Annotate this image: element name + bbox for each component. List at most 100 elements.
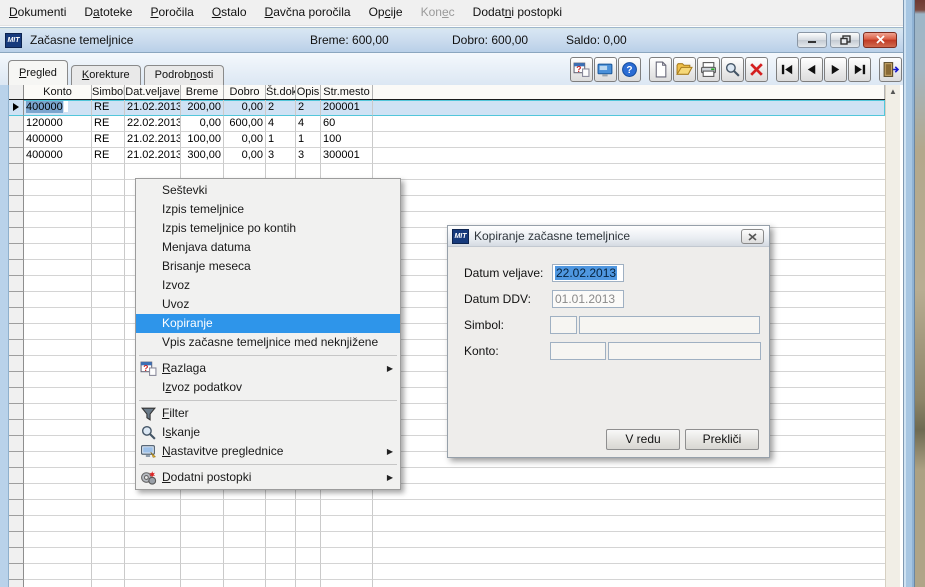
field-input-datum-veljave[interactable]: 22.02.2013 [552, 264, 624, 282]
context-menu-item-kopiranje[interactable]: Kopiranje [136, 314, 400, 333]
grid-empty-row[interactable] [9, 532, 885, 548]
context-menu-item-izvoz[interactable]: Izvoz [136, 276, 400, 295]
row-selector[interactable] [9, 228, 24, 244]
row-selector[interactable] [9, 564, 24, 580]
row-selector[interactable] [9, 292, 24, 308]
grid-column-header-st-dok[interactable]: Št.dok. [266, 85, 296, 99]
row-selector[interactable] [9, 196, 24, 212]
tab-korekture[interactable]: Korekture [70, 65, 141, 85]
close-button[interactable] [863, 32, 897, 48]
row-selector[interactable] [9, 132, 24, 148]
restore-button[interactable] [830, 32, 860, 48]
field-input-simbol-name[interactable] [579, 316, 760, 334]
menubar-item-davcna-porocila[interactable]: Davčna poročila [256, 0, 360, 25]
toolbar-button-previous-record[interactable] [800, 57, 823, 82]
tab-pregled[interactable]: Pregled [8, 60, 68, 85]
context-menu-item-uvoz[interactable]: Uvoz [136, 295, 400, 314]
field-input-simbol-code[interactable] [550, 316, 577, 334]
grid-column-header-breme[interactable]: Breme [181, 85, 224, 99]
menubar-item-porocila[interactable]: Poročila [141, 0, 202, 25]
menubar-item-datoteke[interactable]: Datoteke [75, 0, 141, 25]
toolbar-button-context-help[interactable]: ? [570, 57, 593, 82]
grid-empty-row[interactable] [9, 564, 885, 580]
grid-empty-row[interactable] [9, 500, 885, 516]
minimize-button[interactable] [797, 32, 827, 48]
grid-empty-row[interactable] [9, 580, 885, 587]
tab-podrobnosti[interactable]: Podrobnosti [143, 65, 225, 85]
row-selector[interactable] [9, 100, 24, 116]
row-selector[interactable] [9, 212, 24, 228]
context-menu-item-filter[interactable]: Filter [136, 404, 400, 423]
row-selector[interactable] [9, 148, 24, 164]
row-selector[interactable] [9, 452, 24, 468]
context-menu-item-menjava-datuma[interactable]: Menjava datuma [136, 238, 400, 257]
toolbar-button-next-record[interactable] [824, 57, 847, 82]
field-input-datum-ddv[interactable]: 01.01.2013 [552, 290, 624, 308]
context-menu-item-izpis-temeljnice-po-kontih[interactable]: Izpis temeljnice po kontih [136, 219, 400, 238]
row-selector[interactable] [9, 516, 24, 532]
toolbar-button-print[interactable] [697, 57, 720, 82]
row-selector[interactable] [9, 484, 24, 500]
context-menu-item-brisanje-meseca[interactable]: Brisanje meseca [136, 257, 400, 276]
row-selector[interactable] [9, 260, 24, 276]
row-selector[interactable] [9, 116, 24, 132]
grid-row[interactable]: 400000 RE 21.02.2013 300,00 0,00 3 3 300001 [9, 148, 885, 164]
field-input-konto-code[interactable] [550, 342, 606, 360]
toolbar-button-help[interactable]: ? [618, 57, 641, 82]
row-selector[interactable] [9, 340, 24, 356]
row-selector[interactable] [9, 436, 24, 452]
grid-row[interactable]: 120000 RE 22.02.2013 0,00 600,00 4 4 60 [9, 116, 885, 132]
grid-column-header-opis[interactable]: Opis [296, 85, 321, 99]
context-menu-item-nastavitve-preglednice[interactable]: Nastavitve preglednice ▶ [136, 442, 400, 461]
ok-button[interactable]: V redu [606, 429, 680, 450]
context-menu-item-dodatni-postopki[interactable]: Dodatni postopki ▶ [136, 468, 400, 487]
context-menu-item-vpis-zacasne-temeljnice-med-neknjizene[interactable]: Vpis začasne temeljnice med neknjižene [136, 333, 400, 352]
row-selector[interactable] [9, 164, 24, 180]
grid-row[interactable]: 400000 RE 21.02.2013 200,00 0,00 2 2 200001 [9, 100, 885, 116]
menubar-item-opcije[interactable]: Opcije [360, 0, 412, 25]
row-selector[interactable] [9, 548, 24, 564]
menubar-item-ostalo[interactable]: Ostalo [203, 0, 256, 25]
toolbar-button-first-record[interactable] [776, 57, 799, 82]
grid-column-header-dat-veljave[interactable]: Dat.veljave [125, 85, 181, 99]
row-selector[interactable] [9, 532, 24, 548]
context-menu-item-razlaga[interactable]: Razlaga? ▶ [136, 359, 400, 378]
context-menu-item-izvoz-podatkov[interactable]: Izvoz podatkov [136, 378, 400, 397]
grid-empty-row[interactable] [9, 516, 885, 532]
grid-column-header-dobro[interactable]: Dobro [224, 85, 266, 99]
cancel-button[interactable]: Prekliči [685, 429, 759, 450]
row-selector[interactable] [9, 356, 24, 372]
context-menu-item-sestevki[interactable]: Seštevki [136, 181, 400, 200]
field-input-konto-name[interactable] [608, 342, 761, 360]
toolbar-button-search[interactable] [721, 57, 744, 82]
toolbar-button-delete[interactable] [745, 57, 768, 82]
context-menu-item-iskanje[interactable]: Iskanje [136, 423, 400, 442]
toolbar-button-exit[interactable] [879, 57, 902, 82]
row-selector[interactable] [9, 500, 24, 516]
menubar-item-dokumenti[interactable]: Dokumenti [0, 0, 75, 25]
grid-column-header-konto[interactable]: Konto [24, 85, 92, 99]
row-selector[interactable] [9, 404, 24, 420]
row-selector[interactable] [9, 420, 24, 436]
grid-column-header-simbol[interactable]: Simbol [92, 85, 125, 99]
toolbar-button-open[interactable] [673, 57, 696, 82]
row-selector[interactable] [9, 244, 24, 260]
dialog-close-button[interactable] [741, 229, 764, 244]
row-selector[interactable] [9, 372, 24, 388]
grid-empty-row[interactable] [9, 548, 885, 564]
row-selector[interactable] [9, 324, 24, 340]
row-selector[interactable] [9, 276, 24, 292]
scroll-up-icon[interactable]: ▲ [886, 85, 900, 99]
row-selector[interactable] [9, 388, 24, 404]
grid-row[interactable]: 400000 RE 21.02.2013 100,00 0,00 1 1 100 [9, 132, 885, 148]
vertical-scrollbar[interactable]: ▲ [885, 85, 900, 587]
toolbar-button-screen-tips[interactable] [594, 57, 617, 82]
row-selector[interactable] [9, 580, 24, 587]
toolbar-button-new[interactable] [649, 57, 672, 82]
menubar-item-konec[interactable]: Konec [412, 0, 464, 25]
row-selector[interactable] [9, 468, 24, 484]
grid-column-header-str-mesto[interactable]: Str.mesto [321, 85, 373, 99]
toolbar-button-last-record[interactable] [848, 57, 871, 82]
row-selector[interactable] [9, 180, 24, 196]
menubar-item-dodatni-postopki[interactable]: Dodatni postopki [464, 0, 571, 25]
